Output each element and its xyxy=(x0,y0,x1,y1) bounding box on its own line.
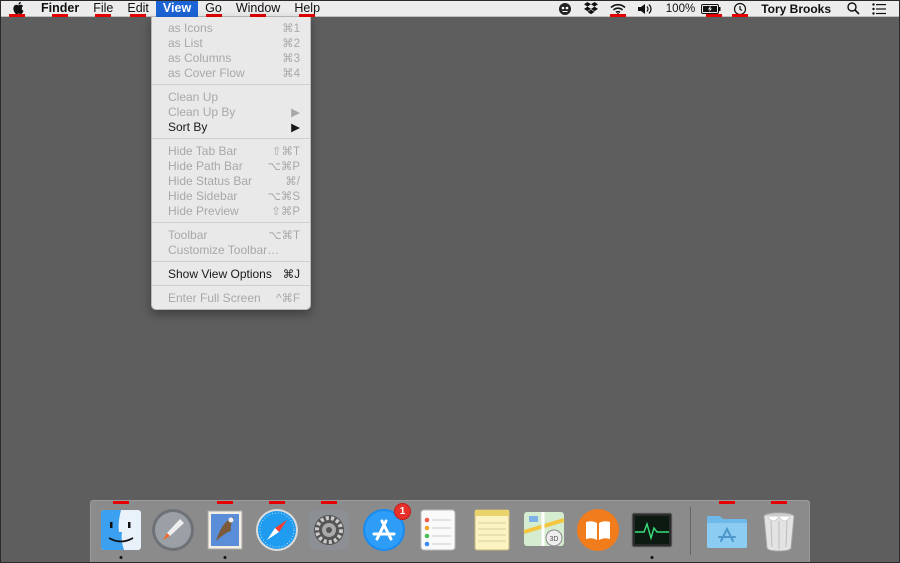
menu-item-label: as Icons xyxy=(168,20,213,35)
menu-item-sort-by[interactable]: Sort By ▶ xyxy=(152,119,310,134)
menu-go[interactable]: Go xyxy=(198,0,229,17)
app-menu-finder[interactable]: Finder xyxy=(34,0,86,17)
menu-item-label: Toolbar xyxy=(168,227,208,242)
battery-percent: 100% xyxy=(665,2,696,15)
apple-menu-icon[interactable] xyxy=(0,0,34,17)
safari-icon[interactable] xyxy=(254,501,300,553)
menu-item-label: as Columns xyxy=(168,50,232,65)
menu-item-clean-up-by: Clean Up By ▶ xyxy=(152,104,310,119)
launchpad-icon[interactable] xyxy=(150,507,196,553)
menu-item-label: Hide Sidebar xyxy=(168,188,238,203)
menu-item-label: Sort By xyxy=(168,119,208,134)
menu-help[interactable]: Help xyxy=(287,0,327,17)
menu-item-shortcut: ⌘/ xyxy=(285,175,300,188)
time-machine-icon[interactable] xyxy=(727,0,753,17)
menu-item-label: Clean Up xyxy=(168,89,219,104)
notification-center-icon[interactable] xyxy=(866,0,900,17)
menu-item-shortcut: ^⌘F xyxy=(276,292,300,305)
app-store-icon[interactable]: 1 xyxy=(361,503,411,553)
finder-icon[interactable] xyxy=(98,501,144,559)
menu-item-hide-preview: Hide Preview ⇧⌘P xyxy=(152,203,310,218)
menu-separator xyxy=(152,261,310,262)
dock: 1 3D xyxy=(90,500,810,563)
menu-window[interactable]: Window xyxy=(229,0,287,17)
notes-icon[interactable] xyxy=(469,507,515,553)
menu-item-as-list: as List ⌘2 xyxy=(152,35,310,50)
wifi-icon[interactable] xyxy=(604,0,632,17)
menu-item-shortcut: ⌘4 xyxy=(282,67,300,80)
menu-item-label: Customize Toolbar… xyxy=(168,242,280,257)
menu-item-show-view-options[interactable]: Show View Options ⌘J xyxy=(152,266,310,281)
volume-icon[interactable] xyxy=(632,0,660,17)
spotlight-search-icon[interactable] xyxy=(841,0,866,17)
menu-file[interactable]: File xyxy=(86,0,120,17)
menu-item-shortcut: ⌘J xyxy=(282,268,300,281)
menu-item-label: Hide Preview xyxy=(168,203,239,218)
applications-folder-icon[interactable] xyxy=(704,501,750,553)
mail-icon[interactable] xyxy=(202,501,248,559)
menu-item-shortcut: ⌘2 xyxy=(282,37,300,50)
menu-view[interactable]: View xyxy=(155,0,199,17)
menu-item-shortcut: ⇧⌘P xyxy=(271,205,300,218)
menu-item-shortcut: ⌘3 xyxy=(282,52,300,65)
ibooks-icon[interactable] xyxy=(575,507,621,553)
menu-separator xyxy=(152,84,310,85)
system-preferences-icon[interactable] xyxy=(306,501,352,553)
menu-item-hide-sidebar: Hide Sidebar ⌥⌘S xyxy=(152,188,310,203)
menu-item-label: Hide Path Bar xyxy=(168,158,243,173)
menu-item-as-cover-flow: as Cover Flow ⌘4 xyxy=(152,65,310,80)
menu-item-as-icons: as Icons ⌘1 xyxy=(152,20,310,35)
menu-edit[interactable]: Edit xyxy=(120,0,156,17)
menu-item-label: Hide Status Bar xyxy=(168,173,253,188)
app-store-update-badge: 1 xyxy=(394,503,411,520)
menu-item-label: Clean Up By xyxy=(168,104,236,119)
dock-separator xyxy=(690,507,691,555)
menu-item-label: Hide Tab Bar xyxy=(168,143,238,158)
maps-icon[interactable]: 3D xyxy=(521,507,567,553)
activity-monitor-icon[interactable] xyxy=(629,507,675,559)
submenu-arrow-icon: ▶ xyxy=(291,121,300,134)
svg-text:3D: 3D xyxy=(550,536,559,543)
menu-item-label: Show View Options xyxy=(168,266,272,281)
battery-icon[interactable] xyxy=(701,0,727,17)
alien-icon[interactable] xyxy=(552,0,578,17)
menu-item-shortcut: ⌘1 xyxy=(282,22,300,35)
menu-item-shortcut: ⌥⌘T xyxy=(268,229,300,242)
menu-bar: Finder File Edit View Go Window Help 100… xyxy=(0,0,900,17)
menu-item-shortcut: ⇧⌘T xyxy=(271,145,300,158)
menu-separator xyxy=(152,222,310,223)
menu-item-hide-status-bar: Hide Status Bar ⌘/ xyxy=(152,173,310,188)
screen-frame xyxy=(0,0,900,563)
submenu-arrow-icon: ▶ xyxy=(291,106,300,119)
menu-item-hide-tab-bar: Hide Tab Bar ⇧⌘T xyxy=(152,143,310,158)
reminders-icon[interactable] xyxy=(415,507,461,553)
menu-item-toolbar: Toolbar ⌥⌘T xyxy=(152,227,310,242)
dropbox-icon[interactable] xyxy=(578,0,604,17)
menu-item-as-columns: as Columns ⌘3 xyxy=(152,50,310,65)
view-menu-dropdown: as Icons ⌘1 as List ⌘2 as Columns ⌘3 as Cover … xyxy=(151,17,311,310)
menu-item-label: Enter Full Screen xyxy=(168,290,261,305)
menu-item-hide-path-bar: Hide Path Bar ⌥⌘P xyxy=(152,158,310,173)
menu-item-clean-up: Clean Up xyxy=(152,89,310,104)
menu-item-shortcut: ⌥⌘S xyxy=(267,190,300,203)
menu-item-label: as List xyxy=(168,35,203,50)
menu-separator xyxy=(152,138,310,139)
menu-item-enter-full-screen: Enter Full Screen ^⌘F xyxy=(152,290,310,305)
menu-item-customize-toolbar: Customize Toolbar… xyxy=(152,242,310,257)
menu-item-shortcut: ⌥⌘P xyxy=(267,160,300,173)
trash-icon[interactable] xyxy=(756,501,802,553)
menu-separator xyxy=(152,285,310,286)
user-name[interactable]: Tory Brooks xyxy=(753,0,841,17)
menu-item-label: as Cover Flow xyxy=(168,65,245,80)
